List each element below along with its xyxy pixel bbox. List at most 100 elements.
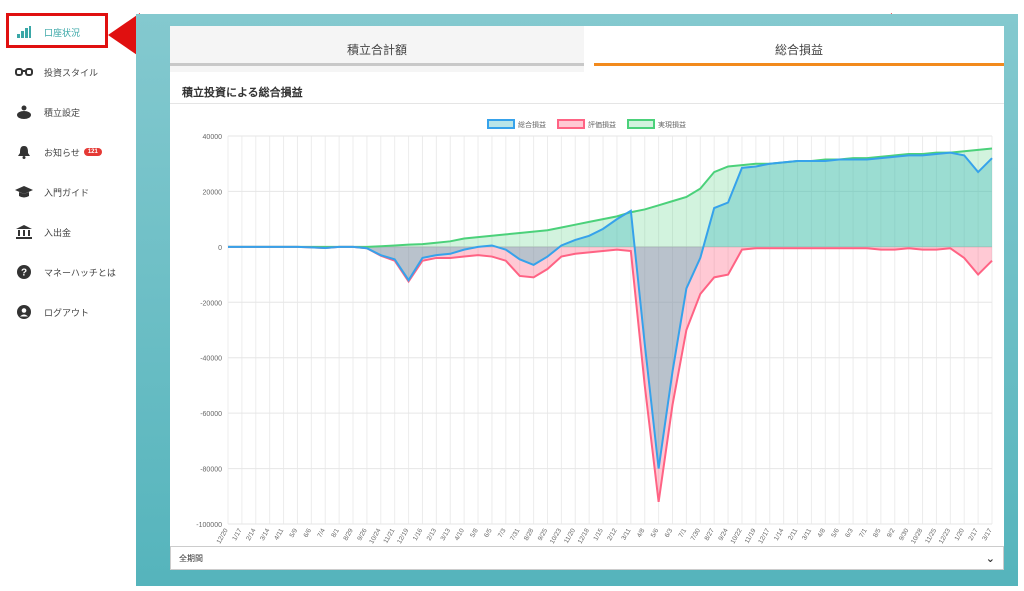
x-tick-label: 10/24 xyxy=(368,527,382,545)
x-tick-label: 2/17 xyxy=(967,527,980,542)
x-tick-label: 7/30 xyxy=(690,527,703,542)
sidebar-item-label: 口座状況 xyxy=(44,27,81,38)
x-tick-label: 6/6 xyxy=(302,527,313,539)
sidebar-item-label: 積立設定 xyxy=(44,107,81,118)
series-line xyxy=(228,245,993,502)
bar-chart-icon xyxy=(14,24,34,40)
graduation-cap-icon xyxy=(14,184,34,200)
x-tick-label: 11/19 xyxy=(744,527,758,545)
period-select[interactable]: 全期間 ⌄ xyxy=(170,546,1004,570)
x-tick-label: 7/4 xyxy=(316,527,327,539)
sidebar-item-6[interactable]: ? マネーハッチとは xyxy=(8,258,134,286)
legend-swatch xyxy=(557,119,585,129)
x-tick-label: 1/20 xyxy=(954,527,967,542)
legend-label: 評価損益 xyxy=(588,120,616,129)
x-tick-label: 1/16 xyxy=(412,527,425,542)
glasses-icon xyxy=(14,64,34,80)
chart-card: 積立投資による総合損益 40000 20000 0 -20000 -40000 -6000… xyxy=(170,72,1004,550)
x-tick-label: 7/1 xyxy=(858,527,869,539)
x-tick-label: 1/17 xyxy=(231,527,244,542)
series-area xyxy=(228,246,992,502)
legend-label: 実現損益 xyxy=(658,120,686,129)
x-tick-label: 11/25 xyxy=(924,527,938,545)
x-tick-label: 8/1 xyxy=(330,527,341,539)
sidebar-item-1[interactable]: 投資スタイル xyxy=(8,58,134,86)
legend-label: 総合損益 xyxy=(518,120,546,129)
x-tick-label: 9/24 xyxy=(717,527,730,542)
y-tick-label: -20000 xyxy=(200,300,222,307)
x-tick-label: 10/22 xyxy=(729,527,743,545)
x-tick-label: 7/31 xyxy=(509,527,522,542)
x-tick-label: 3/13 xyxy=(440,527,453,542)
sidebar-item-4[interactable]: 入門ガイド xyxy=(8,178,134,206)
bank-icon xyxy=(14,224,34,240)
x-tick-label: 2/14 xyxy=(245,527,258,542)
question-circle-icon: ? xyxy=(14,264,34,280)
sidebar-item-label: ログアウト xyxy=(44,307,90,318)
sidebar-item-5[interactable]: 入出金 xyxy=(8,218,134,246)
bell-icon xyxy=(14,144,34,160)
x-tick-label: 4/11 xyxy=(273,527,285,541)
x-tick-label: 6/5 xyxy=(483,527,494,539)
main-panel: 積立合計額 総合損益 積立投資による総合損益 40000 20000 0 -20000… xyxy=(136,14,1018,586)
x-tick-label: 5/9 xyxy=(289,527,300,539)
tab-label: 積立合計額 xyxy=(346,42,407,57)
y-tick-label: 40000 xyxy=(203,134,223,141)
x-tick-label: 8/28 xyxy=(523,527,536,542)
user-circle-icon xyxy=(14,304,34,320)
x-tick-label: 3/17 xyxy=(981,527,994,542)
sidebar-item-label: 入門ガイド xyxy=(44,187,90,198)
x-tick-label: 12/23 xyxy=(938,527,952,545)
x-tick-label: 12/19 xyxy=(396,527,410,545)
x-tick-label: 5/6 xyxy=(650,527,661,539)
x-tick-label: 10/28 xyxy=(910,527,924,545)
tab-total-profit-loss[interactable]: 総合損益 xyxy=(594,26,1004,72)
x-tick-label: 8/27 xyxy=(704,527,717,542)
sidebar-item-7[interactable]: ログアウト xyxy=(8,298,134,326)
x-tick-label: 12/20 xyxy=(216,527,230,545)
sidebar-item-label: 投資スタイル xyxy=(44,67,99,78)
x-tick-label: 3/14 xyxy=(259,527,272,542)
x-tick-label: 2/12 xyxy=(606,527,619,542)
y-tick-label: 20000 xyxy=(203,189,223,196)
x-tick-label: 1/15 xyxy=(592,527,605,542)
sidebar-item-label: お知らせ xyxy=(44,147,80,158)
x-tick-label: 7/3 xyxy=(497,527,508,539)
x-tick-label: 4/8 xyxy=(816,527,827,539)
profit-loss-chart: 40000 20000 0 -20000 -40000 -60000 -80000 -1000… xyxy=(196,119,994,545)
x-tick-label: 3/11 xyxy=(801,527,813,541)
x-tick-label: 12/17 xyxy=(757,527,771,545)
tab-cumulative-amount[interactable]: 積立合計額 xyxy=(170,26,584,72)
sidebar-item-label: 入出金 xyxy=(44,227,72,238)
tab-underline xyxy=(170,63,584,66)
sidebar-item-label: マネーハッチとは xyxy=(44,267,116,278)
sidebar-item-0[interactable]: 口座状況 xyxy=(8,18,134,46)
x-tick-label: 1/14 xyxy=(773,527,786,542)
notification-badge: 121 xyxy=(83,148,102,156)
chart-container: 40000 20000 0 -20000 -40000 -60000 -80000 -1000… xyxy=(170,106,1004,550)
x-tick-label: 12/18 xyxy=(577,527,591,545)
x-tick-label: 11/20 xyxy=(563,527,577,545)
sidebar-item-2[interactable]: 積立設定 xyxy=(8,98,134,126)
y-tick-label: -80000 xyxy=(200,467,222,474)
x-tick-label: 9/2 xyxy=(886,527,897,539)
card-title: 積立投資による総合損益 xyxy=(170,72,1004,104)
x-tick-label: 9/26 xyxy=(356,527,369,542)
x-tick-label: 4/10 xyxy=(453,527,466,542)
x-tick-label: 11/21 xyxy=(382,527,396,545)
x-tick-label: 6/3 xyxy=(844,527,855,539)
sidebar: 口座状況 投資スタイル 積立設定 お知らせ 121 入門ガイド 入出金? マネーハッチとは ログ… xyxy=(0,0,134,591)
x-tick-label: 2/11 xyxy=(787,527,799,541)
legend-swatch xyxy=(487,119,515,129)
sidebar-item-3[interactable]: お知らせ 121 xyxy=(8,138,134,166)
chevron-down-icon: ⌄ xyxy=(985,552,995,565)
piggy-bank-icon xyxy=(14,104,34,120)
period-select-value: 全期間 xyxy=(179,553,203,563)
legend-swatch xyxy=(627,119,655,129)
x-tick-label: 5/6 xyxy=(830,527,841,539)
x-tick-label: 6/3 xyxy=(664,527,675,539)
y-tick-label: -100000 xyxy=(196,522,222,529)
y-tick-label: -40000 xyxy=(200,356,222,363)
y-tick-label: 0 xyxy=(218,245,222,252)
x-tick-label: 9/25 xyxy=(537,527,550,542)
